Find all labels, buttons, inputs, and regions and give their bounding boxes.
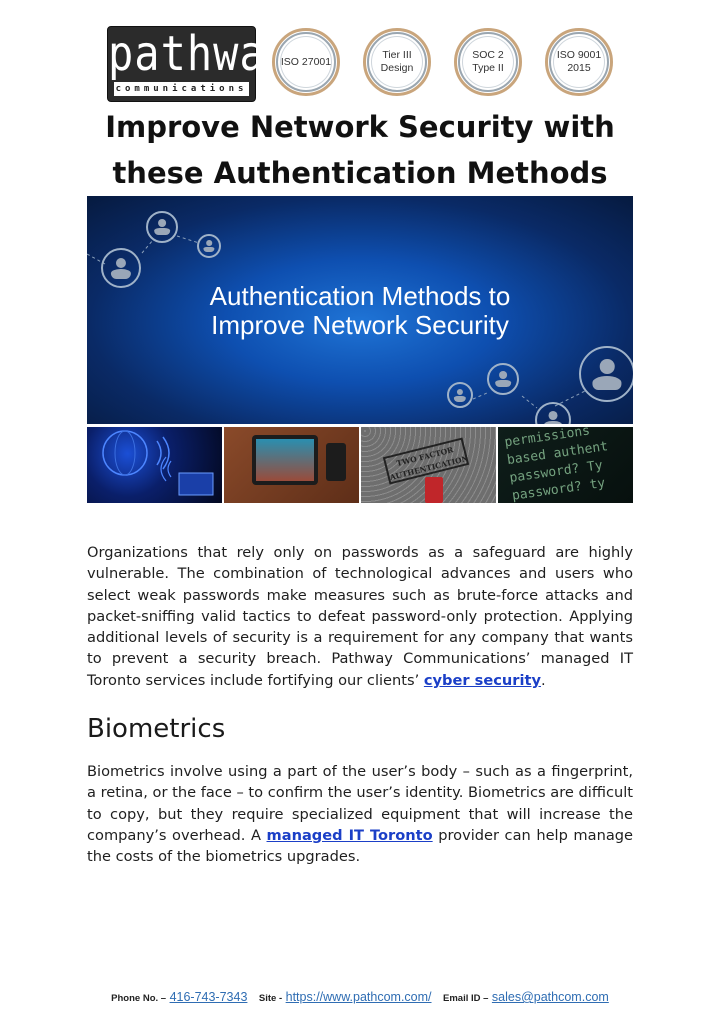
intro-paragraph: Organizations that rely only on password… bbox=[87, 542, 633, 691]
user-node-icon bbox=[146, 211, 178, 243]
user-node-icon bbox=[579, 346, 633, 402]
code-text: permissions based authent password? Ty p… bbox=[503, 427, 609, 503]
site-label: Site - bbox=[258, 993, 283, 1004]
badge-line2: Type II bbox=[472, 62, 504, 74]
logo-wordmark: pathway bbox=[108, 25, 293, 82]
badge-line2: 2015 bbox=[567, 62, 591, 74]
badge-line1: Tier III bbox=[382, 49, 412, 61]
login-tablet-image bbox=[224, 427, 359, 503]
padlock-icon bbox=[425, 477, 443, 503]
user-node-icon bbox=[197, 234, 221, 258]
biometrics-heading: Biometrics bbox=[87, 714, 226, 744]
contact-footer: Phone No. – 416-743-7343 Site - https://… bbox=[0, 990, 720, 1004]
badge-line1: ISO 9001 bbox=[556, 49, 602, 61]
network-globe-image bbox=[87, 427, 222, 503]
badge-line2: Design bbox=[380, 62, 414, 74]
pathway-logo[interactable]: pathway communications bbox=[107, 25, 293, 102]
hero-title-line1: Authentication Methods to bbox=[209, 281, 511, 311]
badge-line1: ISO 27001 bbox=[280, 55, 332, 68]
user-node-icon bbox=[447, 382, 473, 408]
title-line2: these Authentication Methods bbox=[112, 156, 608, 190]
hero-image-strip: TWO FACTOR AUTHENTICATION permissions ba… bbox=[87, 427, 633, 503]
badge-tier-iii: Tier III Design bbox=[363, 28, 431, 96]
badge-iso-9001: ISO 9001 2015 bbox=[545, 28, 613, 96]
hero-banner: Authentication Methods to Improve Networ… bbox=[87, 196, 633, 424]
hero-title-line2: Improve Network Security bbox=[211, 310, 509, 340]
badge-iso-27001: ISO 27001 bbox=[272, 28, 340, 96]
email-link[interactable]: sales@pathcom.com bbox=[492, 990, 609, 1004]
intro-text-end: . bbox=[541, 671, 546, 689]
title-line1: Improve Network Security with bbox=[105, 110, 615, 144]
password-code-image: permissions based authent password? Ty p… bbox=[498, 427, 633, 503]
logo-subtitle: communications bbox=[114, 82, 249, 96]
intro-text: Organizations that rely only on password… bbox=[87, 544, 633, 689]
two-factor-image: TWO FACTOR AUTHENTICATION bbox=[361, 427, 496, 503]
cyber-security-link[interactable]: cyber security bbox=[424, 672, 541, 689]
hero-title: Authentication Methods to Improve Networ… bbox=[87, 282, 633, 340]
biometrics-paragraph: Biometrics involve using a part of the u… bbox=[87, 761, 633, 867]
badge-line1: SOC 2 bbox=[472, 49, 504, 61]
badge-soc2: SOC 2 Type II bbox=[454, 28, 522, 96]
managed-it-toronto-link[interactable]: managed IT Toronto bbox=[267, 827, 433, 844]
globe-icon bbox=[102, 430, 214, 496]
page-title: Improve Network Security with these Auth… bbox=[60, 104, 660, 196]
phone-link[interactable]: 416-743-7343 bbox=[170, 990, 248, 1004]
tablet-icon bbox=[252, 435, 318, 485]
email-label: Email ID – bbox=[443, 993, 489, 1004]
site-link[interactable]: https://www.pathcom.com/ bbox=[286, 990, 432, 1004]
page-header: pathway communications ISO 27001 Tier II… bbox=[107, 25, 622, 102]
user-node-icon bbox=[487, 363, 519, 395]
phone-label: Phone No. – bbox=[111, 993, 167, 1004]
phone-icon bbox=[326, 443, 346, 481]
